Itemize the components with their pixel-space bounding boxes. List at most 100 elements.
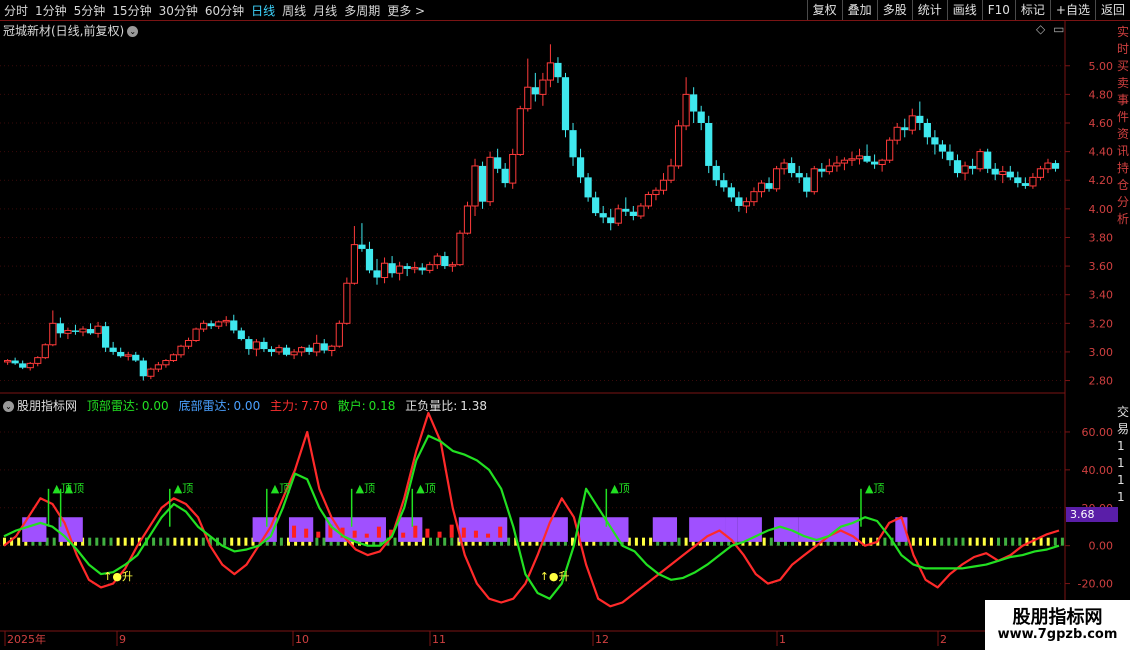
candle-body-58 (441, 256, 449, 267)
main-bar-7 (376, 526, 381, 538)
candle-body-42 (320, 343, 328, 351)
candle-body-32 (245, 339, 253, 350)
candle-body-10 (79, 328, 87, 333)
price-tick-label-8: 3.40 (1089, 289, 1114, 302)
candle-body-133 (1006, 171, 1014, 178)
candle-body-107 (810, 168, 818, 193)
candle-body-39 (298, 347, 306, 353)
candle-body-114 (863, 155, 871, 162)
top-signal-label-4: ▲顶 (356, 482, 375, 495)
candle-body-31 (237, 330, 245, 340)
price-tick-label-6: 3.80 (1089, 231, 1114, 244)
price-tick-label-5: 4.00 (1089, 203, 1114, 216)
candle-body-57 (433, 255, 441, 266)
rise-signal-label-0: ↑●升 (103, 570, 133, 583)
candle-body-110 (833, 162, 841, 167)
candle-body-131 (991, 168, 999, 175)
volume-bar-148 (1053, 537, 1057, 546)
candle-body-61 (463, 205, 472, 234)
volume-bar-90 (642, 537, 645, 546)
candle-body-14 (109, 347, 117, 352)
price-tick-label-7: 3.60 (1089, 260, 1114, 273)
top-signal-label-1: ▲顶 (65, 482, 84, 495)
volume-bar-22 (159, 537, 163, 546)
candle-body-84 (637, 205, 645, 217)
candle-body-65 (494, 157, 502, 169)
date-label-6: 2 (940, 633, 947, 646)
watermark-name: 股朋指标网 (1012, 607, 1103, 628)
volume-bar-18 (130, 537, 134, 546)
candle-body-120 (908, 115, 916, 131)
main-bar-13 (449, 524, 454, 538)
candle-body-64 (486, 156, 494, 203)
candle-body-20 (154, 364, 162, 370)
volume-bar-133 (947, 537, 951, 546)
volume-bar-107 (762, 537, 766, 546)
candle-body-49 (373, 270, 381, 278)
candle-body-50 (380, 262, 389, 279)
candle-body-101 (765, 183, 773, 189)
candle-body-128 (968, 165, 977, 169)
candle-body-134 (1014, 177, 1022, 184)
main-bar-15 (473, 530, 478, 538)
volume-bar-27 (194, 537, 198, 546)
candle-body-121 (916, 115, 924, 123)
candle-body-41 (313, 342, 321, 353)
right-side-panel-lower: 交易1111 (1117, 405, 1130, 504)
candle-body-138 (1044, 162, 1052, 170)
candle-body-78 (592, 197, 600, 214)
series-line-main (3, 411, 1060, 608)
candle-body-30 (230, 320, 238, 331)
candle-body-97 (735, 197, 743, 206)
candle-body-91 (690, 94, 698, 112)
candle-body-6 (49, 322, 57, 346)
candle-body-16 (124, 354, 132, 357)
date-label-3: 11 (432, 633, 446, 646)
volume-bar-7 (52, 537, 56, 546)
candle-body-94 (712, 165, 720, 181)
price-tick-label-3: 4.40 (1089, 146, 1114, 159)
right-side-panel-tabs[interactable]: 实时买卖 事件 资讯 持仓 分析 (1117, 24, 1130, 394)
volume-bar-143 (1018, 537, 1022, 546)
signal-block-9 (652, 517, 678, 542)
candle-body-59 (448, 264, 457, 267)
volume-bar-12 (88, 537, 92, 546)
candle-body-76 (576, 157, 585, 178)
volume-bar-134 (954, 537, 958, 546)
candle-body-68 (516, 108, 524, 155)
candle-body-55 (418, 267, 426, 271)
main-bar-12 (437, 531, 442, 538)
candle-body-102 (772, 168, 781, 190)
volume-bar-28 (201, 537, 205, 546)
watermark-url: www.7gpzb.com (997, 627, 1118, 642)
candle-body-99 (750, 191, 758, 203)
candle-body-56 (426, 264, 434, 271)
candle-body-46 (350, 244, 358, 284)
candle-body-113 (855, 155, 864, 160)
top-signal-label-5: ▲顶 (416, 482, 435, 495)
candle-body-125 (946, 151, 954, 161)
candle-body-115 (870, 161, 879, 165)
candle-body-72 (546, 62, 555, 81)
candle-body-132 (999, 171, 1007, 176)
main-bar-11 (425, 528, 430, 538)
top-signal-label-3: ▲顶 (271, 482, 290, 495)
volume-bar-139 (989, 537, 993, 546)
candle-body-2 (19, 363, 27, 368)
volume-bar-60 (429, 537, 432, 546)
candle-body-95 (720, 180, 728, 188)
candle-body-86 (652, 189, 660, 196)
candle-body-19 (147, 368, 155, 377)
candle-body-44 (335, 322, 343, 347)
date-label-5: 1 (779, 633, 786, 646)
candle-body-28 (215, 321, 223, 327)
volume-bar-23 (166, 537, 170, 546)
candle-body-60 (456, 232, 464, 266)
volume-bar-141 (1004, 537, 1008, 546)
main-bar-14 (461, 527, 466, 538)
volume-bar-147 (1046, 537, 1050, 546)
main-bar-6 (364, 533, 369, 538)
candle-body-4 (34, 357, 42, 364)
candle-body-8 (64, 329, 72, 334)
main-bar-2 (316, 531, 321, 538)
